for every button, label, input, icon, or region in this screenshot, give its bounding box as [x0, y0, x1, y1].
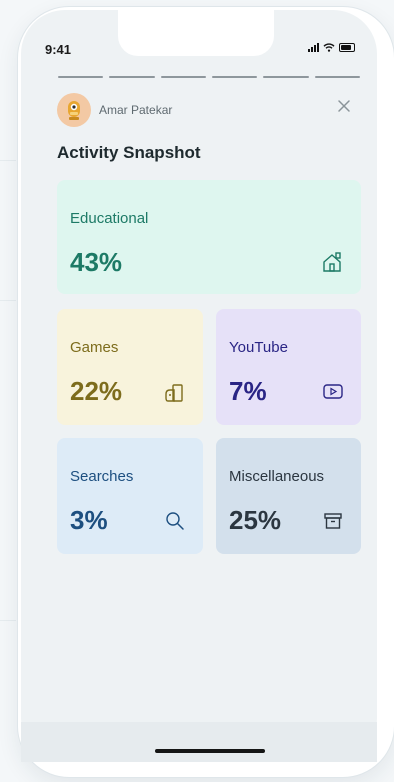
card-games[interactable]: Games 22%: [57, 309, 203, 425]
bottom-bar: [21, 722, 377, 762]
avatar[interactable]: [57, 93, 91, 127]
wifi-icon: [323, 42, 335, 52]
progress-segment: [211, 76, 258, 78]
status-time: 9:41: [45, 42, 72, 57]
user-name: Amar Patekar: [99, 103, 173, 117]
battery-icon: [339, 42, 355, 52]
game-icon: [165, 384, 183, 402]
card-label: Educational: [70, 210, 149, 227]
play-icon: [323, 384, 343, 399]
close-icon[interactable]: [334, 96, 354, 116]
search-icon: [166, 512, 184, 530]
card-value: 3%: [70, 505, 108, 535]
background-line: [0, 160, 16, 161]
story-progress: [58, 76, 360, 78]
card-label: Games: [70, 339, 119, 356]
home-icon: [323, 252, 341, 272]
robot-avatar-icon: [68, 101, 80, 120]
card-label: Miscellaneous: [229, 468, 325, 485]
card-miscellaneous[interactable]: Miscellaneous 25%: [216, 438, 361, 554]
progress-segment: [58, 76, 104, 78]
card-value: 43%: [70, 247, 123, 277]
page-title: Activity Snapshot: [57, 143, 201, 162]
progress-segment: [263, 76, 309, 78]
status-icons: [308, 42, 355, 52]
home-indicator[interactable]: [155, 749, 265, 753]
card-label: YouTube: [229, 339, 288, 356]
card-searches[interactable]: Searches 3%: [57, 438, 203, 554]
card-value: 22%: [70, 376, 123, 406]
card-label: Searches: [70, 468, 134, 485]
progress-segment: [160, 76, 206, 78]
background-line: [0, 620, 16, 621]
background-line: [0, 300, 16, 301]
notch: [118, 10, 274, 56]
card-value: 7%: [229, 376, 267, 406]
card-youtube[interactable]: YouTube 7%: [216, 309, 361, 425]
card-value: 25%: [229, 505, 282, 535]
progress-segment: [314, 76, 360, 78]
card-educational[interactable]: Educational 43%: [57, 180, 361, 294]
progress-segment: [109, 76, 155, 78]
archive-icon: [324, 513, 342, 529]
signal-icon: [308, 42, 319, 52]
